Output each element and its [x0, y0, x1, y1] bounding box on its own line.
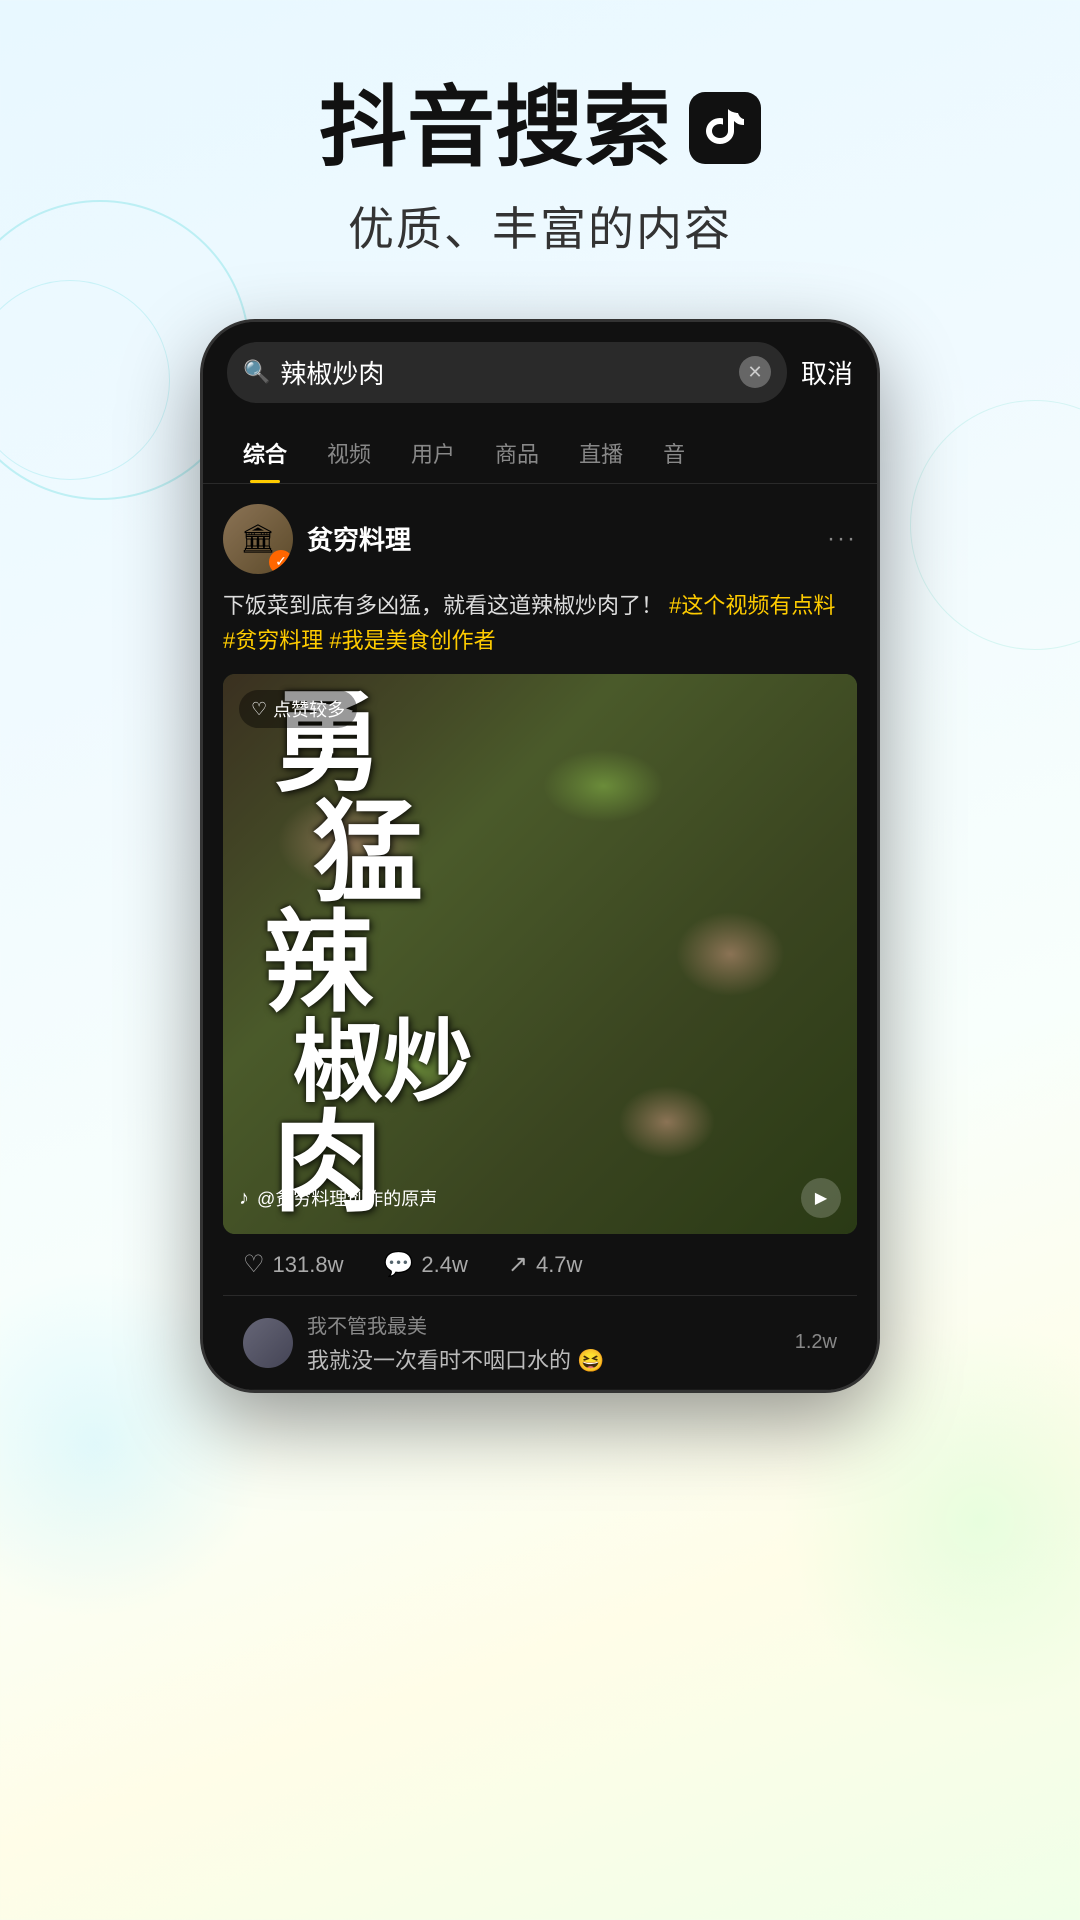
tab-综合[interactable]: 综合: [223, 423, 307, 483]
overlay-char-4: 椒炒: [293, 1019, 473, 1109]
badge-text: 点赞较多: [273, 696, 345, 722]
comment-content: 我不管我最美 我就没一次看时不咽口水的 😆: [307, 1310, 781, 1375]
like-count: 131.8w: [273, 1252, 344, 1278]
more-options-icon[interactable]: ···: [827, 525, 857, 553]
avatar-emoji: 🏛: [240, 522, 276, 555]
search-input-wrapper[interactable]: 🔍 辣椒炒肉 ✕: [227, 342, 787, 403]
phone-container: 🔍 辣椒炒肉 ✕ 取消 综合 视频 用户 商品: [0, 319, 1080, 1393]
username[interactable]: 贫穷料理: [307, 520, 411, 557]
header: 抖音搜索 优质、丰富的内容: [0, 0, 1080, 299]
tab-视频[interactable]: 视频: [307, 423, 391, 483]
tab-用户[interactable]: 用户: [391, 423, 475, 483]
app-subtitle: 优质、丰富的内容: [0, 193, 1080, 259]
tab-商品[interactable]: 商品: [475, 423, 559, 483]
search-icon: 🔍: [243, 359, 270, 385]
comment-avatar: [243, 1318, 293, 1368]
tab-直播[interactable]: 直播: [559, 423, 643, 483]
search-clear-button[interactable]: ✕: [739, 356, 771, 388]
share-count: 4.7w: [536, 1252, 582, 1278]
like-action[interactable]: ♡ 131.8w: [243, 1250, 343, 1279]
comment-icon: 💬: [383, 1250, 413, 1279]
overlay-char-2: 猛: [313, 799, 423, 909]
hashtag-1[interactable]: #这个视频有点料: [669, 593, 835, 618]
like-icon: ♡: [243, 1250, 265, 1279]
audio-label[interactable]: @贫穷料理创作的原声: [257, 1185, 437, 1211]
post-text: 下饭菜到底有多凶猛，就看这道辣椒炒肉了！ #这个视频有点料 #贫穷料理 #我是美…: [223, 588, 857, 658]
overlay-char-3: 辣: [263, 909, 373, 1019]
action-bar: ♡ 131.8w 💬 2.4w ↗ 4.7w: [223, 1234, 857, 1296]
verified-badge: ✓: [269, 550, 293, 574]
search-bar: 🔍 辣椒炒肉 ✕ 取消: [203, 322, 877, 423]
tiktok-logo-small: ♪: [239, 1187, 249, 1210]
user-row: 🏛 ✓ 贫穷料理 ···: [223, 504, 857, 574]
share-action[interactable]: ↗ 4.7w: [508, 1250, 583, 1279]
video-badge: ♡ 点赞较多: [239, 690, 357, 728]
heart-icon: ♡: [251, 699, 267, 720]
comment-count: 2.4w: [421, 1252, 467, 1278]
hashtag-3[interactable]: #我是美食创作者: [329, 628, 495, 653]
phone-inner: 🔍 辣椒炒肉 ✕ 取消 综合 视频 用户 商品: [203, 322, 877, 1390]
post-text-main: 下饭菜到底有多凶猛，就看这道辣椒炒肉了！: [223, 593, 663, 618]
tab-音乐[interactable]: 音: [643, 423, 705, 483]
video-overlay-text: 勇 猛 辣 椒炒 肉: [223, 674, 857, 1234]
video-thumbnail[interactable]: 勇 猛 辣 椒炒 肉 ♡ 点赞较多: [223, 674, 857, 1234]
tiktok-svg: [700, 103, 750, 153]
avatar[interactable]: 🏛 ✓: [223, 504, 293, 574]
app-title-text: 抖音搜索: [319, 80, 671, 177]
comment-likes: 1.2w: [795, 1331, 837, 1354]
user-info: 🏛 ✓ 贫穷料理: [223, 504, 411, 574]
comment-username: 我不管我最美: [307, 1310, 781, 1339]
audio-bar: ♪ @贫穷料理创作的原声 ▶: [239, 1178, 841, 1218]
search-query: 辣椒炒肉: [280, 354, 729, 391]
share-icon: ↗: [508, 1250, 528, 1279]
audio-info: ♪ @贫穷料理创作的原声: [239, 1185, 437, 1211]
tiktok-logo-icon: [689, 92, 761, 164]
phone-mockup: 🔍 辣椒炒肉 ✕ 取消 综合 视频 用户 商品: [200, 319, 880, 1393]
tab-bar: 综合 视频 用户 商品 直播 音: [203, 423, 877, 484]
app-title-container: 抖音搜索: [0, 80, 1080, 177]
comment-action[interactable]: 💬 2.4w: [383, 1250, 467, 1279]
play-button[interactable]: ▶: [801, 1178, 841, 1218]
comment-row: 我不管我最美 我就没一次看时不咽口水的 😆 1.2w: [223, 1296, 857, 1390]
hashtag-2[interactable]: #贫穷料理: [223, 628, 323, 653]
content-card: 🏛 ✓ 贫穷料理 ··· 下饭菜到底有多凶猛，就看这道辣椒炒肉了！ #这个视频有…: [203, 484, 877, 1390]
search-cancel-button[interactable]: 取消: [801, 354, 853, 391]
comment-text: 我就没一次看时不咽口水的 😆: [307, 1343, 781, 1375]
